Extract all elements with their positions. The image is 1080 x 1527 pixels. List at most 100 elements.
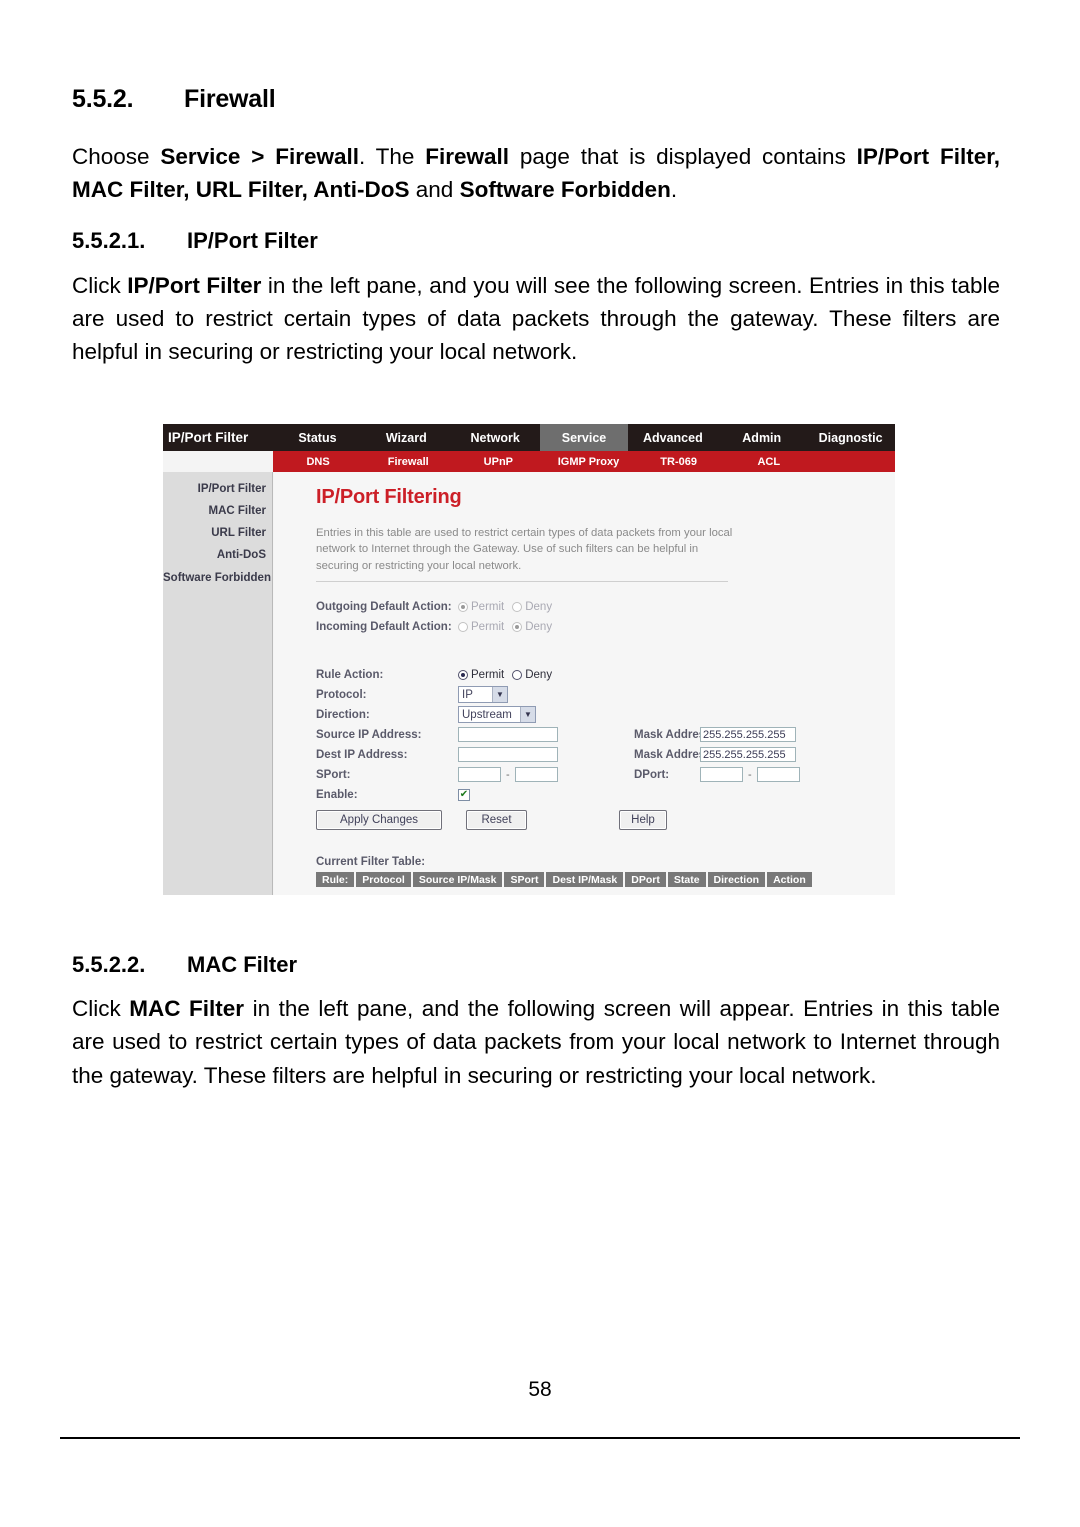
nav-tab-diagnostic[interactable]: Diagnostic (806, 424, 895, 451)
enable-checkbox[interactable]: ✔ (458, 788, 470, 801)
sub-tab-igmp-proxy[interactable]: IGMP Proxy (543, 451, 633, 472)
subsection-1-title: IP/Port Filter (187, 228, 318, 254)
dport-from-input[interactable] (700, 767, 743, 783)
help-button[interactable]: Help (619, 810, 667, 831)
dport-group: DPort: - (634, 767, 800, 783)
intro-text-2: . The (359, 144, 426, 169)
nav-tab-admin[interactable]: Admin (717, 424, 806, 451)
sidebar-item-software-forbidden[interactable]: Software Forbidden (163, 567, 272, 589)
sport-from-input[interactable] (458, 767, 501, 783)
sub-tab-dns[interactable]: DNS (273, 451, 363, 472)
chevron-down-icon: ▼ (520, 707, 535, 723)
sidebar-item-ip-port-filter[interactable]: IP/Port Filter (163, 478, 272, 500)
sub-tab-acl[interactable]: ACL (724, 451, 814, 472)
nav-tab-service[interactable]: Service (539, 424, 629, 451)
direction-control: Upstream ▼ (458, 706, 536, 724)
incoming-default-action-label: Incoming Default Action: (316, 620, 452, 633)
dest-mask-group: Mask Address: 255.255.255.255 (634, 747, 796, 763)
outgoing-default-action-label: Outgoing Default Action: (316, 600, 452, 613)
intro-bold-4: Software Forbidden (459, 177, 671, 203)
enable-control: ✔ (458, 788, 470, 801)
current-filter-table-label: Current Filter Table: (316, 856, 426, 869)
outgoing-deny-radio[interactable]: Deny (512, 601, 552, 613)
intro-bold-1: Service > Firewall (160, 144, 359, 169)
direction-selected-value: Upstream (462, 708, 512, 721)
footer-divider (60, 1437, 1020, 1439)
document-body-lower: 5.5.2.2. MAC Filter Click MAC Filter in t… (72, 952, 1000, 1104)
incoming-default-action-row: Incoming Default Action: Permit Deny (316, 618, 895, 635)
incoming-deny-radio[interactable]: Deny (512, 621, 552, 633)
dport-to-input[interactable] (756, 767, 800, 783)
sub-tab-firewall[interactable]: Firewall (363, 451, 453, 472)
sport-row: SPort: - DPort: - (316, 766, 895, 783)
source-ip-input[interactable] (458, 727, 558, 743)
protocol-label: Protocol: (316, 688, 367, 701)
col-source-ip-mask: Source IP/Mask (412, 872, 503, 888)
col-direction: Direction (707, 872, 766, 888)
subsection-2-number: 5.5.2.2. (72, 952, 146, 977)
current-filter-table-header: Rule: Protocol Source IP/Mask SPort Dest… (316, 872, 895, 888)
sub-tab-tr-069[interactable]: TR-069 (634, 451, 724, 472)
col-protocol: Protocol (356, 872, 411, 888)
source-ip-control (458, 727, 558, 743)
sport-label: SPort: (316, 768, 351, 781)
col-rule: Rule: (316, 872, 355, 888)
nav-tab-network[interactable]: Network (451, 424, 540, 451)
panel-divider (316, 581, 728, 583)
rule-action-radios: Permit Deny (458, 669, 552, 681)
incoming-permit-label: Permit (471, 620, 505, 633)
apply-changes-button[interactable]: Apply Changes (316, 810, 442, 831)
sub-tab-spacer (814, 451, 895, 472)
outgoing-deny-label: Deny (525, 600, 553, 613)
reset-button[interactable]: Reset (466, 810, 527, 831)
dest-mask-label: Mask Address: (634, 748, 716, 761)
rule-deny-radio[interactable]: Deny (512, 669, 552, 681)
sub-tab-upnp[interactable]: UPnP (453, 451, 543, 472)
router-sidebar: IP/Port Filter MAC Filter URL Filter Ant… (163, 472, 273, 895)
panel-description: Entries in this table are used to restri… (316, 527, 733, 572)
source-mask-input[interactable]: 255.255.255.255 (700, 727, 796, 743)
form-spacer (316, 638, 895, 666)
radio-dot-icon (458, 601, 468, 612)
subsection-2-paragraph: Click MAC Filter in the left pane, and t… (72, 992, 1000, 1091)
subsection-2-heading: 5.5.2.2. MAC Filter (72, 952, 1000, 978)
col-dest-ip-mask: Dest IP/Mask (546, 872, 624, 888)
rule-deny-label: Deny (525, 668, 553, 681)
router-main-panel: IP/Port Filtering Entries in this table … (274, 472, 895, 895)
protocol-control: IP ▼ (458, 686, 508, 704)
sidebar-item-mac-filter[interactable]: MAC Filter (163, 500, 272, 522)
outgoing-permit-radio[interactable]: Permit (458, 601, 504, 613)
source-ip-label: Source IP Address: (316, 728, 422, 741)
sub1-text-1: Click (72, 272, 128, 298)
sub1-bold-1: IP/Port Filter (127, 272, 262, 298)
sidebar-item-anti-dos[interactable]: Anti-DoS (163, 544, 272, 566)
protocol-selected-value: IP (462, 688, 473, 701)
source-ip-row: Source IP Address: Mask Address: 255.255… (316, 726, 895, 743)
sport-to-input[interactable] (514, 767, 558, 783)
nav-tab-wizard[interactable]: Wizard (362, 424, 451, 451)
radio-dot-icon (512, 621, 523, 632)
section-number: 5.5.2. (72, 85, 134, 113)
incoming-deny-label: Deny (525, 620, 553, 633)
rule-permit-radio[interactable]: Permit (458, 669, 504, 681)
section-title: Firewall (184, 85, 276, 113)
dest-ip-row: Dest IP Address: Mask Address: 255.255.2… (316, 746, 895, 763)
dest-mask-input[interactable]: 255.255.255.255 (700, 747, 796, 763)
dport-label: DPort: (634, 768, 670, 781)
incoming-permit-radio[interactable]: Permit (458, 621, 504, 633)
direction-select[interactable]: Upstream ▼ (458, 706, 536, 724)
router-ui-screenshot: IP/Port Filter Status Wizard Network Ser… (163, 424, 895, 895)
sidebar-item-url-filter[interactable]: URL Filter (163, 522, 272, 544)
dport-range-dash: - (748, 768, 752, 781)
protocol-select[interactable]: IP ▼ (458, 686, 508, 704)
source-mask-group: Mask Address: 255.255.255.255 (634, 727, 796, 743)
page-number: 58 (528, 1378, 552, 1401)
sub2-text-1: Click (72, 996, 130, 1022)
incoming-default-action-radios: Permit Deny (458, 621, 552, 633)
intro-paragraph: Choose Service > Firewall. The Firewall … (72, 140, 1000, 206)
outgoing-default-action-radios: Permit Deny (458, 601, 552, 613)
dest-ip-input[interactable] (458, 747, 558, 763)
nav-tab-advanced[interactable]: Advanced (628, 424, 717, 451)
section-heading: 5.5.2. Firewall (72, 84, 1000, 114)
nav-tab-status[interactable]: Status (273, 424, 362, 451)
